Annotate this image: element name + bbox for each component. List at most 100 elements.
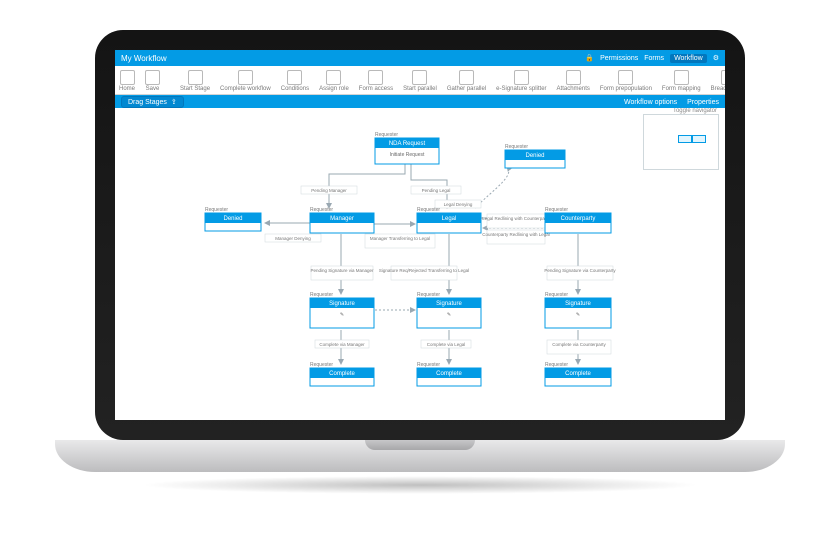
toolbar-save[interactable]: Save (145, 70, 160, 92)
properties-link[interactable]: Properties (687, 99, 719, 106)
svg-text:Complete: Complete (565, 371, 591, 377)
breadcrumbs-label: Breadcrumbs (711, 86, 725, 92)
edge-label-1: Pending Legal (422, 188, 451, 193)
start-stage-icon (188, 70, 203, 85)
form-mapping-icon (674, 70, 689, 85)
stage-comp1[interactable]: Requester Complete (310, 362, 374, 386)
start-parallel-label: Start parallel (403, 86, 437, 92)
drag-stages-label: Drag Stages (128, 99, 167, 106)
toolbar-complete-workflow[interactable]: Complete workflow (220, 70, 271, 92)
form-access-icon (368, 70, 383, 85)
home-icon (120, 70, 135, 85)
edge-label-2: Legal Denying (444, 202, 473, 207)
edge-label-3: Manager Denying (275, 236, 311, 241)
workflow-title: My Workflow (121, 54, 167, 63)
assign-role-label: Assign role (319, 86, 349, 92)
toolbar-form-prepopulation[interactable]: Form prepopulation (600, 70, 652, 92)
stage-nda[interactable]: RequesterNDA RequestInitiate Request (375, 132, 439, 164)
toolbar-form-mapping[interactable]: Form mapping (662, 70, 701, 92)
toolbar-start-parallel[interactable]: Start parallel (403, 70, 437, 92)
svg-text:NDA Request: NDA Request (389, 141, 426, 147)
svg-text:Complete: Complete (329, 371, 355, 377)
laptop-notch (365, 440, 475, 450)
svg-text:Denied: Denied (223, 216, 242, 222)
toolbar-gather-parallel[interactable]: Gather parallel (447, 70, 486, 92)
stage-comp3[interactable]: Requester Complete (545, 362, 611, 386)
settings-icon[interactable]: ⚙ (713, 54, 719, 62)
svg-text:Requester: Requester (505, 144, 528, 150)
form-prepopulation-label: Form prepopulation (600, 86, 652, 92)
drag-stages-chip[interactable]: Drag Stages ⇪ (121, 96, 184, 108)
svg-text:Legal: Legal (442, 216, 457, 222)
edge-label-6: Counterparty Redlining with Legal (482, 232, 550, 237)
home-label: Home (119, 86, 135, 92)
forms-link[interactable]: Forms (644, 55, 664, 62)
permissions-link[interactable]: Permissions (600, 55, 638, 62)
gather-parallel-icon (459, 70, 474, 85)
svg-text:Requester: Requester (417, 207, 440, 213)
toolbar-esignature-splitter[interactable]: e-Signature splitter (496, 70, 546, 92)
flow-svg: Pending ManagerPending LegalLegal Denyin… (115, 108, 725, 420)
start-parallel-icon (412, 70, 427, 85)
svg-text:Requester: Requester (310, 362, 333, 368)
toolbar-breadcrumbs[interactable]: Breadcrumbs (711, 70, 725, 92)
stage-counterparty[interactable]: RequesterCounterparty (545, 207, 611, 233)
toolbar-assign-role[interactable]: Assign role (319, 70, 349, 92)
svg-text:✎: ✎ (340, 312, 344, 318)
lock-icon: 🔒 (585, 54, 594, 62)
title-bar: My Workflow 🔒 Permissions Forms Workflow… (115, 50, 725, 66)
svg-text:Requester: Requester (310, 292, 333, 298)
edge-label-9: Pending Signature via Counterparty (544, 268, 616, 273)
stage-sig3[interactable]: RequesterSignature✎ (545, 292, 611, 328)
svg-text:Requester: Requester (545, 362, 568, 368)
options-bar: Drag Stages ⇪ Workflow options Propertie… (115, 95, 725, 109)
toolbar-attachments[interactable]: Attachments (557, 70, 590, 92)
laptop-shadow (140, 476, 700, 494)
complete-workflow-label: Complete workflow (220, 86, 271, 92)
toolbar-home[interactable]: Home (119, 70, 135, 92)
stage-denied-top[interactable]: RequesterDenied (505, 144, 565, 168)
stage-sig2[interactable]: RequesterSignature✎ (417, 292, 481, 328)
svg-text:Manager: Manager (330, 216, 354, 222)
svg-text:Requester: Requester (417, 362, 440, 368)
stage-denied-left[interactable]: RequesterDenied (205, 207, 261, 231)
complete-workflow-icon (238, 70, 253, 85)
conditions-icon (287, 70, 302, 85)
edge-label-5: Legal Redlining with Counterparty (482, 216, 550, 221)
start-stage-label: Start Stage (180, 86, 210, 92)
form-prepopulation-icon (618, 70, 633, 85)
stage-comp2[interactable]: Requester Complete (417, 362, 481, 386)
stage-manager[interactable]: Requester Manager (310, 207, 374, 233)
form-mapping-label: Form mapping (662, 86, 701, 92)
toolbar: Home Save Start Stage Complete workflow Cond… (115, 66, 725, 95)
svg-text:Requester: Requester (310, 207, 333, 213)
form-access-label: Form access (359, 86, 393, 92)
svg-text:Complete: Complete (436, 371, 462, 377)
svg-text:Counterparty: Counterparty (561, 216, 596, 222)
edge-label-10: Complete via Manager (319, 342, 365, 347)
toolbar-start-stage[interactable]: Start Stage (180, 70, 210, 92)
edge-label-4: Manager Transferring to Legal (370, 236, 430, 241)
gather-parallel-label: Gather parallel (447, 86, 486, 92)
svg-text:Signature: Signature (436, 301, 462, 307)
stage-sig1[interactable]: RequesterSignature✎ (310, 292, 374, 328)
conditions-label: Conditions (281, 86, 309, 92)
svg-text:Requester: Requester (417, 292, 440, 298)
save-label: Save (146, 86, 160, 92)
drag-icon: ⇪ (171, 98, 177, 106)
save-icon (145, 70, 160, 85)
toolbar-conditions[interactable]: Conditions (281, 70, 309, 92)
edge-label-11: Complete via Legal (427, 342, 466, 347)
breadcrumbs-icon (721, 70, 725, 85)
attachments-icon (566, 70, 581, 85)
workflow-canvas[interactable]: Toggle navigator Pending ManagerPending … (115, 108, 725, 420)
toolbar-form-access[interactable]: Form access (359, 70, 393, 92)
workflow-options-link[interactable]: Workflow options (624, 99, 677, 106)
edge-label-7: Pending Signature via Manager (310, 268, 374, 273)
svg-text:Initiate Request: Initiate Request (390, 152, 425, 158)
stage-legal[interactable]: RequesterLegal (417, 207, 481, 233)
svg-text:✎: ✎ (576, 312, 580, 318)
assign-role-icon (326, 70, 341, 85)
attachments-label: Attachments (557, 86, 590, 92)
workflow-pill[interactable]: Workflow (670, 54, 707, 63)
